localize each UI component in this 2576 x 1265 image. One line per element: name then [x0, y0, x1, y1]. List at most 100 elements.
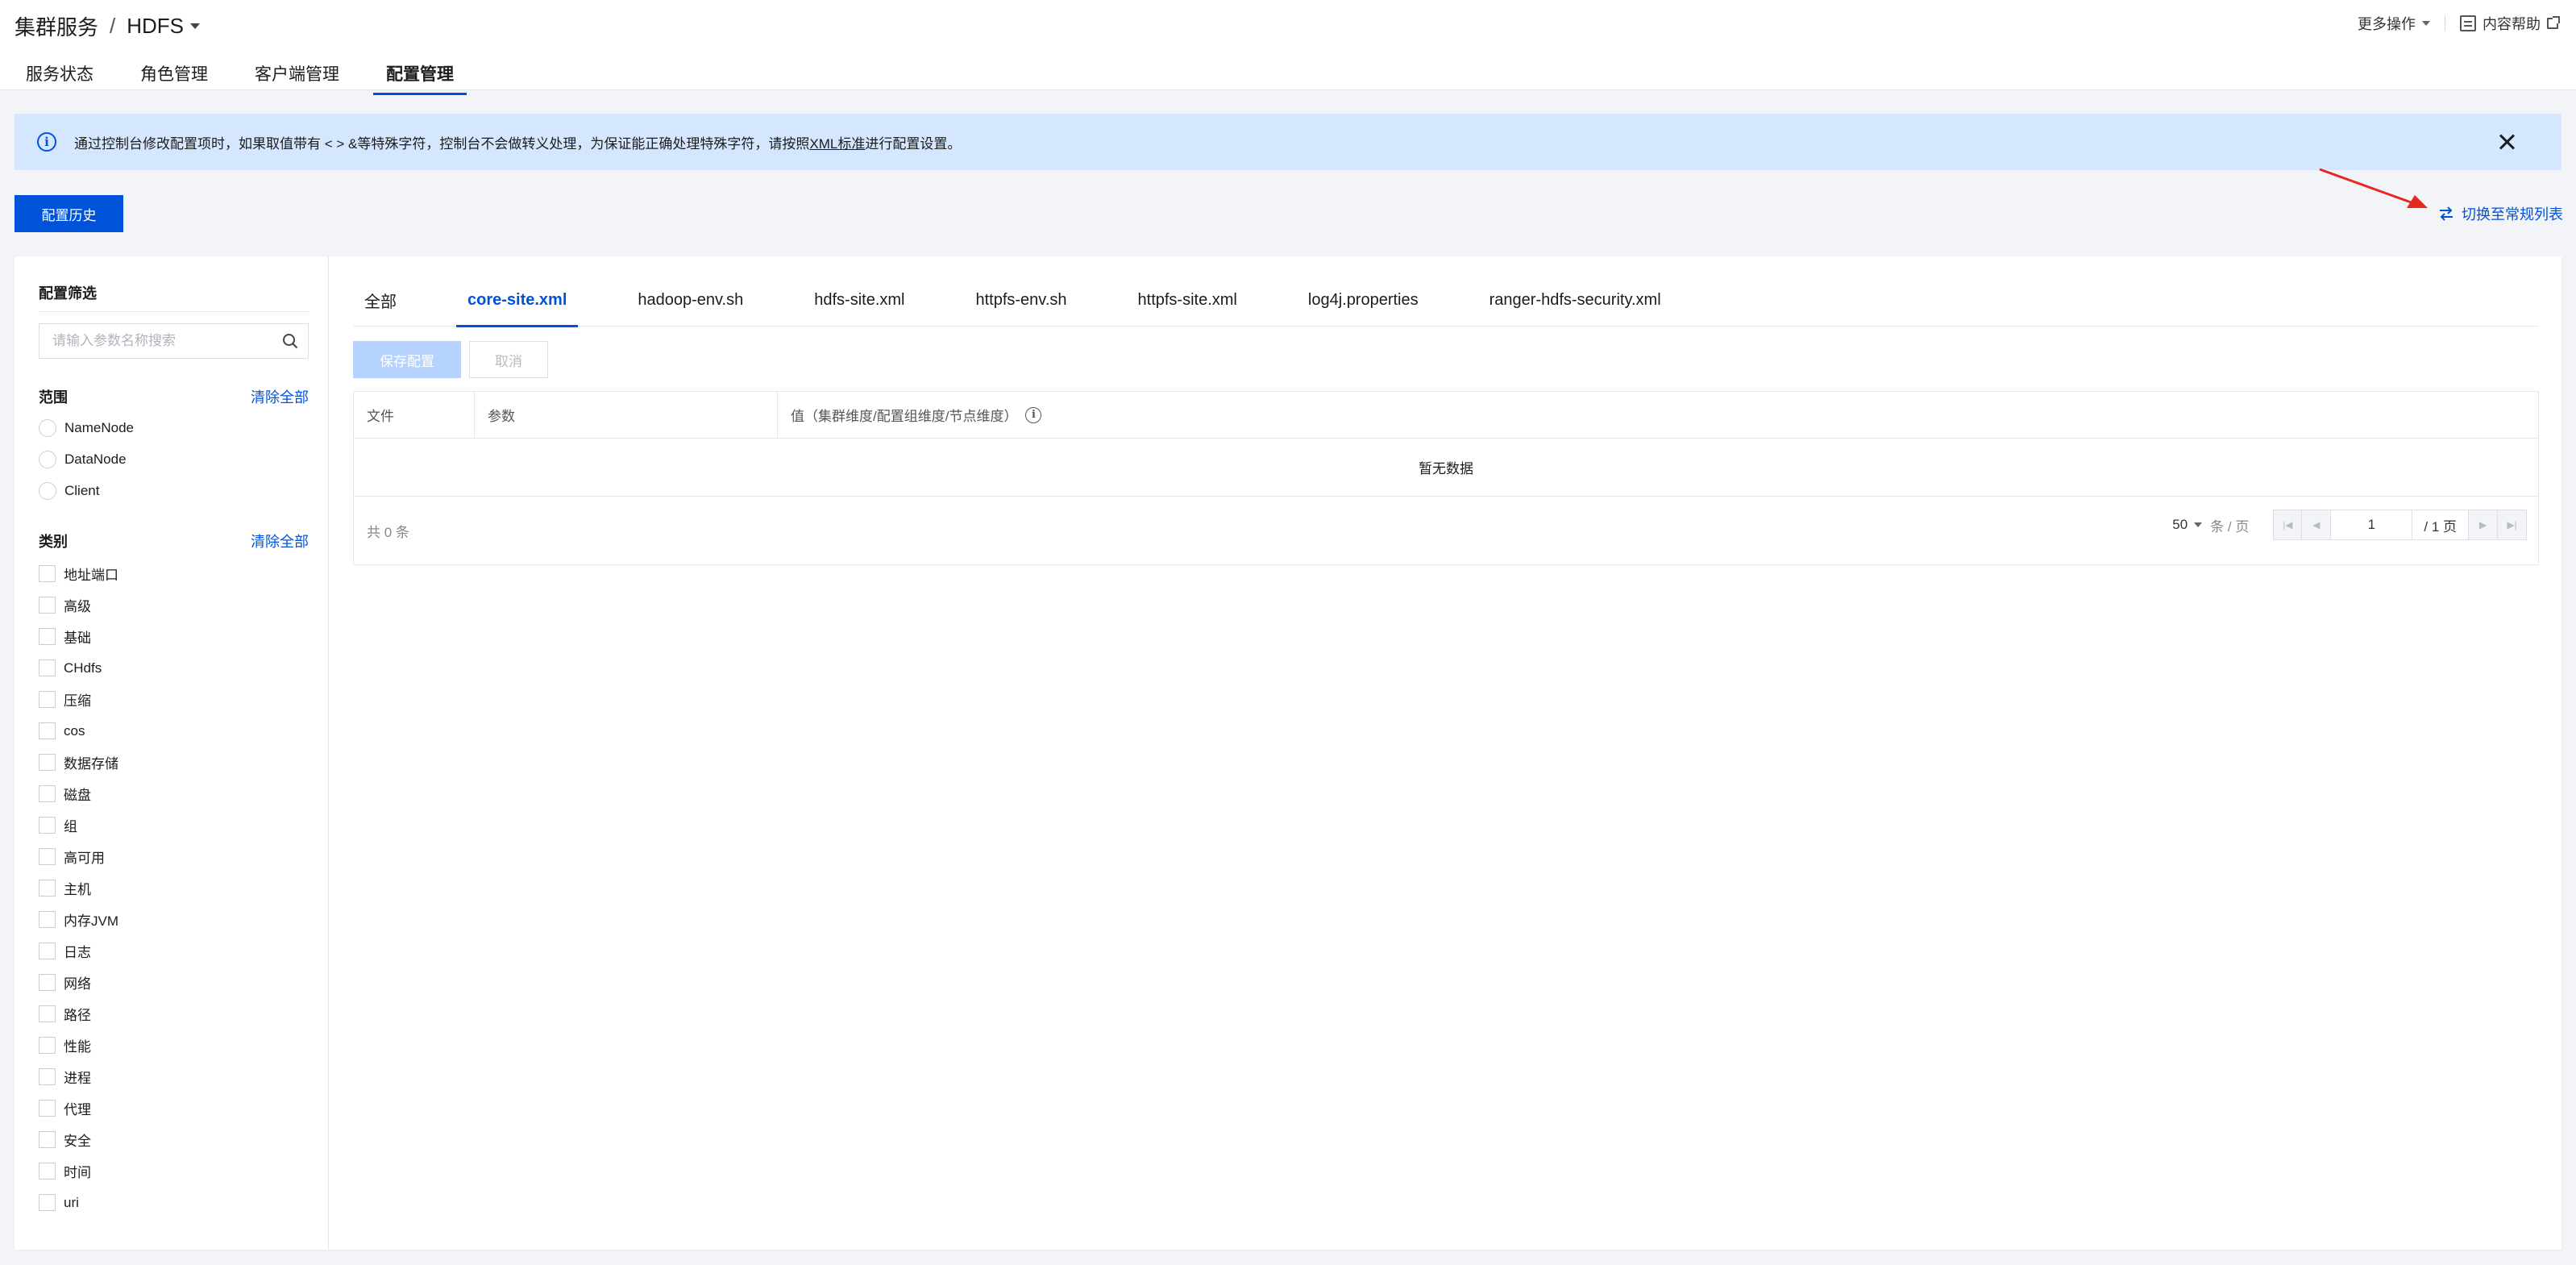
- breadcrumb-root[interactable]: 集群服务: [15, 11, 98, 41]
- radio-button[interactable]: [39, 450, 56, 468]
- checkbox[interactable]: [39, 1131, 56, 1148]
- cancel-button[interactable]: 取消: [469, 341, 548, 378]
- category-option-label: 时间: [64, 1165, 91, 1180]
- checkbox[interactable]: [39, 1163, 56, 1180]
- next-page-button[interactable]: ▶: [2469, 510, 2498, 540]
- category-option[interactable]: 路径: [39, 998, 309, 1030]
- save-config-button[interactable]: 保存配置: [353, 341, 461, 378]
- tab-service-status[interactable]: 服务状态: [26, 52, 93, 95]
- category-option[interactable]: 压缩: [39, 684, 309, 715]
- category-option-label: 进程: [64, 1071, 91, 1086]
- file-tab-httpfs-site[interactable]: httpfs-site.xml: [1127, 291, 1249, 310]
- category-option[interactable]: 高级: [39, 589, 309, 621]
- scope-option-label: NameNode: [64, 419, 134, 435]
- category-option[interactable]: cos: [39, 715, 309, 747]
- radio-button[interactable]: [39, 418, 56, 437]
- help-link[interactable]: 内容帮助: [2460, 13, 2560, 34]
- checkbox[interactable]: [39, 597, 56, 614]
- file-tab-core-site[interactable]: core-site.xml: [456, 291, 579, 327]
- checkbox[interactable]: [39, 943, 56, 959]
- external-link-icon: [2547, 16, 2560, 29]
- category-option[interactable]: 时间: [39, 1155, 309, 1187]
- checkbox[interactable]: [39, 691, 56, 708]
- tab-config-management[interactable]: 配置管理: [373, 52, 467, 95]
- checkbox[interactable]: [39, 628, 56, 645]
- category-option[interactable]: 安全: [39, 1124, 309, 1155]
- checkbox[interactable]: [39, 754, 56, 771]
- category-option-label: 高级: [64, 599, 91, 614]
- search-icon[interactable]: [282, 333, 298, 349]
- annotation-arrow: [2319, 168, 2428, 208]
- checkbox[interactable]: [39, 1194, 56, 1211]
- checkbox[interactable]: [39, 911, 56, 928]
- category-option[interactable]: 进程: [39, 1061, 309, 1092]
- page-number-input[interactable]: [2331, 510, 2412, 540]
- checkbox[interactable]: [39, 848, 56, 865]
- breadcrumb-separator: /: [110, 14, 116, 38]
- scope-option-label: Client: [64, 482, 100, 498]
- file-tab-hdfs-site[interactable]: hdfs-site.xml: [803, 291, 916, 310]
- checkbox[interactable]: [39, 1005, 56, 1022]
- scope-option-namenode[interactable]: NameNode: [39, 412, 309, 443]
- scope-clear-all[interactable]: 清除全部: [251, 386, 309, 407]
- xml-standard-link[interactable]: XML标准: [809, 136, 865, 152]
- last-page-button[interactable]: ▶|: [2498, 510, 2527, 540]
- checkbox[interactable]: [39, 785, 56, 802]
- file-tab-all[interactable]: 全部: [353, 289, 408, 312]
- more-actions-dropdown[interactable]: 更多操作: [2358, 13, 2430, 34]
- category-option[interactable]: 网络: [39, 967, 309, 998]
- scope-option-datanode[interactable]: DataNode: [39, 443, 309, 475]
- category-option[interactable]: 基础: [39, 621, 309, 652]
- info-icon[interactable]: i: [1025, 406, 1042, 423]
- per-page-label: 条 / 页: [2210, 518, 2250, 535]
- radio-button[interactable]: [39, 481, 56, 500]
- tab-client-management[interactable]: 客户端管理: [255, 52, 339, 95]
- checkbox[interactable]: [39, 817, 56, 834]
- category-option-label: 路径: [64, 1008, 91, 1023]
- checkbox[interactable]: [39, 1100, 56, 1117]
- checkbox[interactable]: [39, 565, 56, 582]
- prev-page-button[interactable]: ◀: [2302, 510, 2332, 540]
- category-option[interactable]: 数据存储: [39, 747, 309, 778]
- scope-option-client[interactable]: Client: [39, 475, 309, 506]
- close-icon[interactable]: [2497, 132, 2516, 152]
- empty-state: 暂无数据: [354, 439, 2538, 497]
- checkbox[interactable]: [39, 1037, 56, 1054]
- alert-text-after: 进行配置设置。: [865, 135, 962, 152]
- file-tab-hadoop-env[interactable]: hadoop-env.sh: [626, 291, 754, 310]
- category-option[interactable]: 磁盘: [39, 778, 309, 809]
- category-option[interactable]: 组: [39, 809, 309, 841]
- service-selector[interactable]: HDFS: [127, 14, 201, 39]
- category-option[interactable]: 地址端口: [39, 558, 309, 589]
- file-tab-httpfs-env[interactable]: httpfs-env.sh: [964, 291, 1078, 310]
- category-option[interactable]: 主机: [39, 872, 309, 904]
- file-tab-log4j[interactable]: log4j.properties: [1297, 291, 1430, 310]
- first-page-button[interactable]: |◀: [2273, 510, 2303, 540]
- file-tab-ranger-hdfs-security[interactable]: ranger-hdfs-security.xml: [1478, 291, 1672, 310]
- checkbox[interactable]: [39, 1068, 56, 1085]
- category-option[interactable]: 性能: [39, 1030, 309, 1061]
- tab-role-management[interactable]: 角色管理: [140, 52, 208, 95]
- category-option[interactable]: 代理: [39, 1092, 309, 1124]
- checkbox[interactable]: [39, 974, 56, 991]
- more-actions-label: 更多操作: [2358, 16, 2416, 32]
- category-option[interactable]: uri: [39, 1187, 309, 1218]
- page-size-select[interactable]: 50: [2172, 517, 2203, 533]
- category-clear-all[interactable]: 清除全部: [251, 531, 309, 551]
- category-option[interactable]: 高可用: [39, 841, 309, 872]
- search-input[interactable]: [39, 324, 265, 358]
- category-option[interactable]: 日志: [39, 935, 309, 967]
- category-option[interactable]: CHdfs: [39, 652, 309, 684]
- prev-page-icon: ◀: [2312, 519, 2320, 531]
- config-history-button[interactable]: 配置历史: [15, 195, 123, 232]
- checkbox[interactable]: [39, 880, 56, 897]
- scope-option-label: DataNode: [64, 451, 127, 467]
- last-page-icon: ▶|: [2507, 519, 2517, 531]
- category-option[interactable]: 内存JVM: [39, 904, 309, 935]
- checkbox[interactable]: [39, 722, 56, 739]
- config-content: 全部 core-site.xml hadoop-env.sh hdfs-site…: [329, 256, 2561, 1250]
- switch-to-list-link[interactable]: 切换至常规列表: [2437, 203, 2563, 224]
- checkbox[interactable]: [39, 660, 56, 676]
- category-section-header: 类别 清除全部: [39, 531, 309, 551]
- category-option-label: 磁盘: [64, 788, 91, 803]
